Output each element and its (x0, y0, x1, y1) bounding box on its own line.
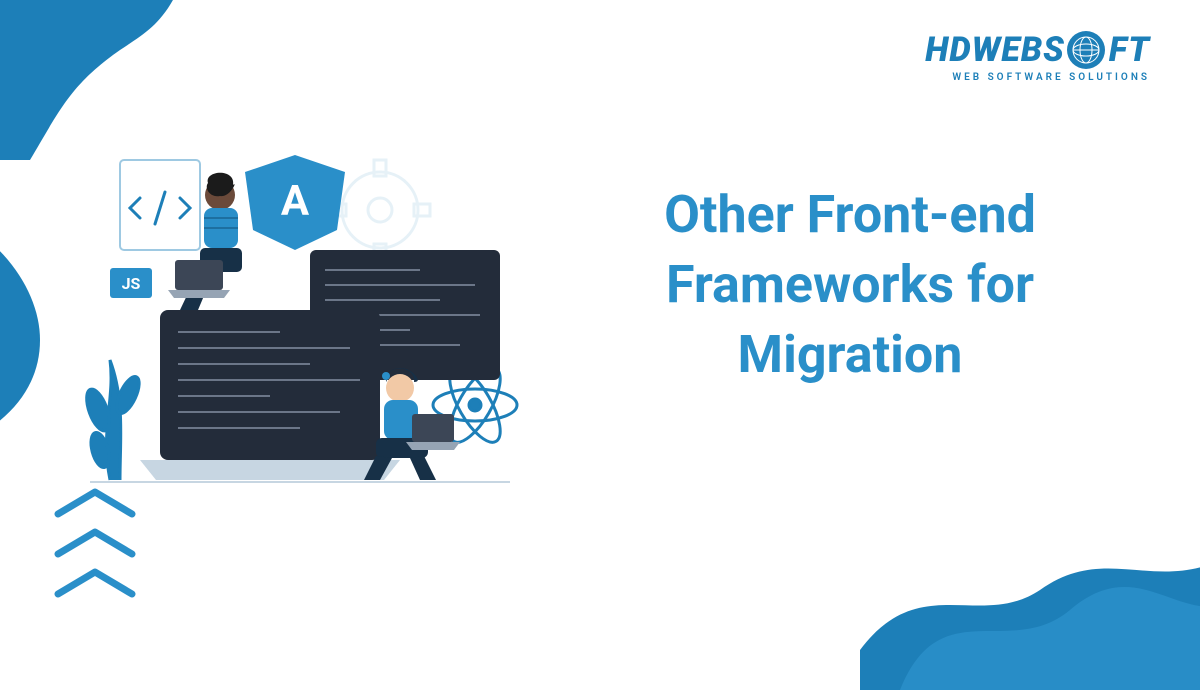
decor-blob-left (0, 200, 60, 460)
decor-wave-bottom-right (860, 450, 1200, 690)
hero-illustration: JS A (80, 150, 520, 500)
code-page-icon (120, 160, 200, 250)
chevron-up-icon (50, 564, 140, 600)
brand-name-part2: FT (1109, 30, 1150, 70)
brand-tagline: WEB SOFTWARE SOLUTIONS (925, 72, 1150, 83)
decor-blob-top-left (0, 0, 230, 160)
globe-icon (1067, 31, 1105, 69)
brand-logo: HDWEBS FT WEB SOFTWARE SOLUTIONS (925, 30, 1150, 83)
decor-chevrons (50, 484, 140, 600)
headline-text: Other Front-end Frameworks for Migration (560, 180, 1140, 391)
svg-text:JS: JS (122, 274, 141, 293)
gear-icon (330, 160, 430, 260)
chevron-up-icon (50, 524, 140, 560)
plant-icon (82, 360, 144, 480)
brand-name-part1: HDWEBS (925, 30, 1065, 70)
code-laptop-front (140, 310, 400, 480)
js-badge-icon: JS (110, 268, 152, 298)
svg-text:A: A (281, 177, 310, 226)
angular-shield-icon: A (245, 155, 345, 250)
